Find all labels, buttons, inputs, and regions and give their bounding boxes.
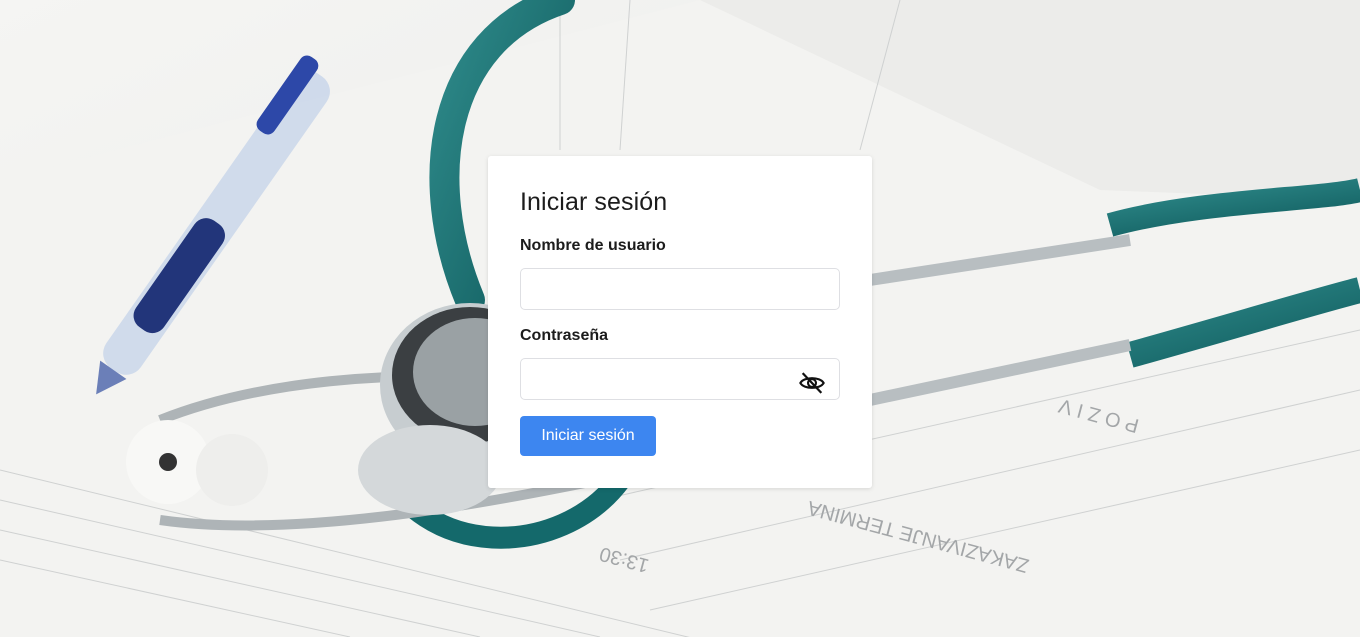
login-title: Iniciar sesión: [520, 188, 668, 216]
login-submit-button[interactable]: Iniciar sesión: [520, 416, 656, 456]
username-field[interactable]: [520, 268, 840, 310]
password-field[interactable]: [520, 358, 840, 400]
password-label: Contraseña: [520, 327, 609, 344]
toggle-password-visibility-button[interactable]: [796, 367, 828, 399]
eye-slash-icon: [799, 372, 825, 394]
username-label: Nombre de usuario: [520, 237, 666, 254]
login-card: Iniciar sesión Nombre de usuario Contras…: [488, 156, 872, 488]
